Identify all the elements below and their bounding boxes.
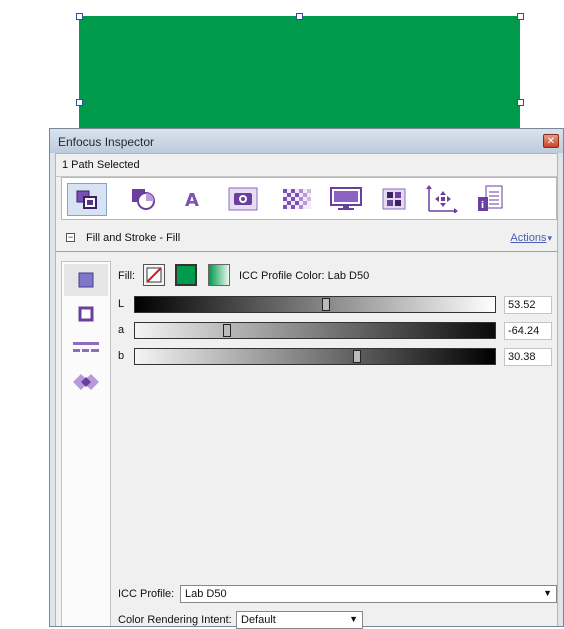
shape-icon	[132, 189, 155, 210]
icc-profile-row: ICC Profile: Lab D50 ▼	[118, 585, 558, 603]
a-value-input[interactable]: -64.24	[504, 322, 552, 340]
display-icon	[330, 187, 362, 210]
slider-row-l: L 53.52	[118, 295, 558, 315]
side-tab-stroke[interactable]	[64, 298, 108, 330]
a-slider-track[interactable]	[134, 322, 496, 339]
fill-square-icon	[78, 272, 94, 288]
side-tab-fill[interactable]	[64, 264, 108, 296]
toolbar-transparency-button[interactable]	[281, 184, 313, 214]
slider-row-a: a -64.24	[118, 321, 558, 341]
palette-content: 1 Path Selected A i − Fill and Stroke - …	[55, 153, 558, 629]
selected-path-object[interactable]	[79, 16, 520, 140]
fill-label: Fill:	[118, 270, 136, 282]
selection-handle-mid-right[interactable]	[517, 99, 524, 106]
toolbar-display-button[interactable]	[330, 184, 362, 214]
fill-stroke-icon	[76, 190, 97, 209]
fill-row: Fill: ICC Profile Color: Lab D50	[118, 264, 538, 288]
l-slider-thumb[interactable]	[322, 298, 330, 311]
dash-icon	[73, 342, 99, 352]
inspector-palette: Enfocus Inspector ✕ 1 Path Selected A i …	[49, 128, 564, 629]
a-slider-thumb[interactable]	[223, 324, 231, 337]
document-icon: i	[478, 185, 503, 211]
b-slider-track[interactable]	[134, 348, 496, 365]
toolbar-color-grid-button[interactable]	[378, 184, 410, 214]
no-fill-icon	[146, 267, 162, 283]
svg-text:A: A	[185, 190, 199, 210]
rendering-intent-value: Default	[241, 614, 276, 626]
palette-title: Enfocus Inspector	[58, 135, 155, 149]
toolbar-document-button[interactable]: i	[474, 184, 506, 214]
toolbar-image-button[interactable]	[227, 184, 259, 214]
l-label: L	[118, 298, 125, 310]
selection-handle-top-middle[interactable]	[296, 13, 303, 20]
b-value-input[interactable]: 30.38	[504, 348, 552, 366]
fill-gradient-swatch[interactable]	[208, 264, 230, 286]
rendering-intent-row: Color Rendering Intent: Default ▼	[118, 611, 418, 629]
slider-row-b: b 30.38	[118, 347, 558, 367]
rendering-intent-label: Color Rendering Intent:	[118, 614, 232, 626]
section-collapse-toggle[interactable]: −	[66, 233, 75, 242]
toolbar-fill-stroke-button[interactable]	[67, 183, 107, 216]
close-button[interactable]: ✕	[543, 134, 559, 148]
fill-none-button[interactable]	[143, 264, 165, 286]
color-grid-icon	[382, 188, 406, 210]
stroke-square-icon	[78, 306, 94, 322]
transparency-icon	[283, 189, 311, 209]
l-value-input[interactable]: 53.52	[504, 296, 552, 314]
selection-handle-mid-left[interactable]	[76, 99, 83, 106]
svg-text:i: i	[481, 201, 484, 211]
palette-titlebar[interactable]: Enfocus Inspector ✕	[50, 129, 563, 153]
actions-menu-link[interactable]: Actions▾	[510, 232, 552, 244]
rendering-intent-dropdown-icon: ▼	[349, 614, 358, 624]
text-icon: A	[185, 190, 199, 210]
b-label: b	[118, 350, 125, 362]
actions-dropdown-icon: ▾	[547, 233, 552, 243]
selection-handle-top-right[interactable]	[517, 13, 524, 20]
side-tab-overprint[interactable]	[64, 366, 108, 398]
toolbar-shape-button[interactable]	[127, 184, 159, 214]
toolbar-text-button[interactable]: A	[176, 184, 208, 214]
a-label: a	[118, 324, 125, 336]
fill-solid-color-swatch[interactable]	[175, 264, 197, 286]
icc-profile-dropdown-icon: ▼	[543, 588, 552, 598]
inspector-toolbar: A i	[61, 177, 557, 220]
selection-status-bar: 1 Path Selected	[56, 154, 557, 177]
side-tab-dash[interactable]	[64, 332, 108, 364]
icc-profile-value: Lab D50	[185, 588, 227, 600]
l-slider-track[interactable]	[134, 296, 496, 313]
side-tab-panel	[61, 261, 111, 626]
toolbar-position-button[interactable]	[426, 184, 458, 214]
section-header: − Fill and Stroke - Fill Actions▾	[56, 227, 557, 252]
actions-label: Actions	[510, 232, 547, 244]
section-title: Fill and Stroke - Fill	[86, 232, 181, 244]
b-slider-thumb[interactable]	[353, 350, 361, 363]
icc-profile-color-label: ICC Profile Color: Lab D50	[239, 270, 370, 282]
image-icon	[228, 187, 258, 211]
selection-status: 1 Path Selected	[62, 159, 140, 171]
icc-profile-select[interactable]: Lab D50 ▼	[180, 585, 557, 603]
overprint-icon	[73, 374, 99, 390]
selection-handle-top-left[interactable]	[76, 13, 83, 20]
rendering-intent-select[interactable]: Default ▼	[236, 611, 363, 629]
position-icon	[426, 185, 458, 213]
icc-profile-label: ICC Profile:	[118, 588, 175, 600]
